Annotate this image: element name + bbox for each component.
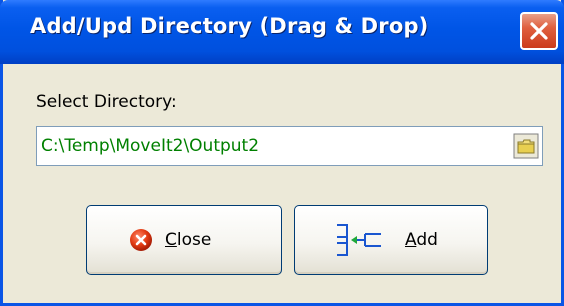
add-button-label: Add [405,230,438,250]
close-label-rest: lose [176,230,212,250]
close-button[interactable]: Close [86,205,282,275]
select-directory-label: Select Directory: [36,92,177,112]
red-x-circle-icon [130,229,152,251]
add-access-key: A [405,230,417,250]
folder-icon[interactable] [513,133,539,159]
close-access-key: C [165,230,177,250]
directory-field[interactable]: C:\Temp\MoveIt2\Output2 [36,126,543,166]
dialog-window: Add/Upd Directory (Drag & Drop) Select D… [0,0,564,306]
add-button[interactable]: Add [294,205,488,275]
add-label-rest: dd [416,230,438,250]
title-close-button[interactable] [520,12,558,50]
close-x-icon [530,22,548,40]
window-title: Add/Upd Directory (Drag & Drop) [30,14,429,38]
title-bar[interactable]: Add/Upd Directory (Drag & Drop) [0,0,564,64]
add-directory-icon [337,224,381,256]
close-button-label: Close [165,230,211,250]
directory-value[interactable]: C:\Temp\MoveIt2\Output2 [41,136,259,156]
